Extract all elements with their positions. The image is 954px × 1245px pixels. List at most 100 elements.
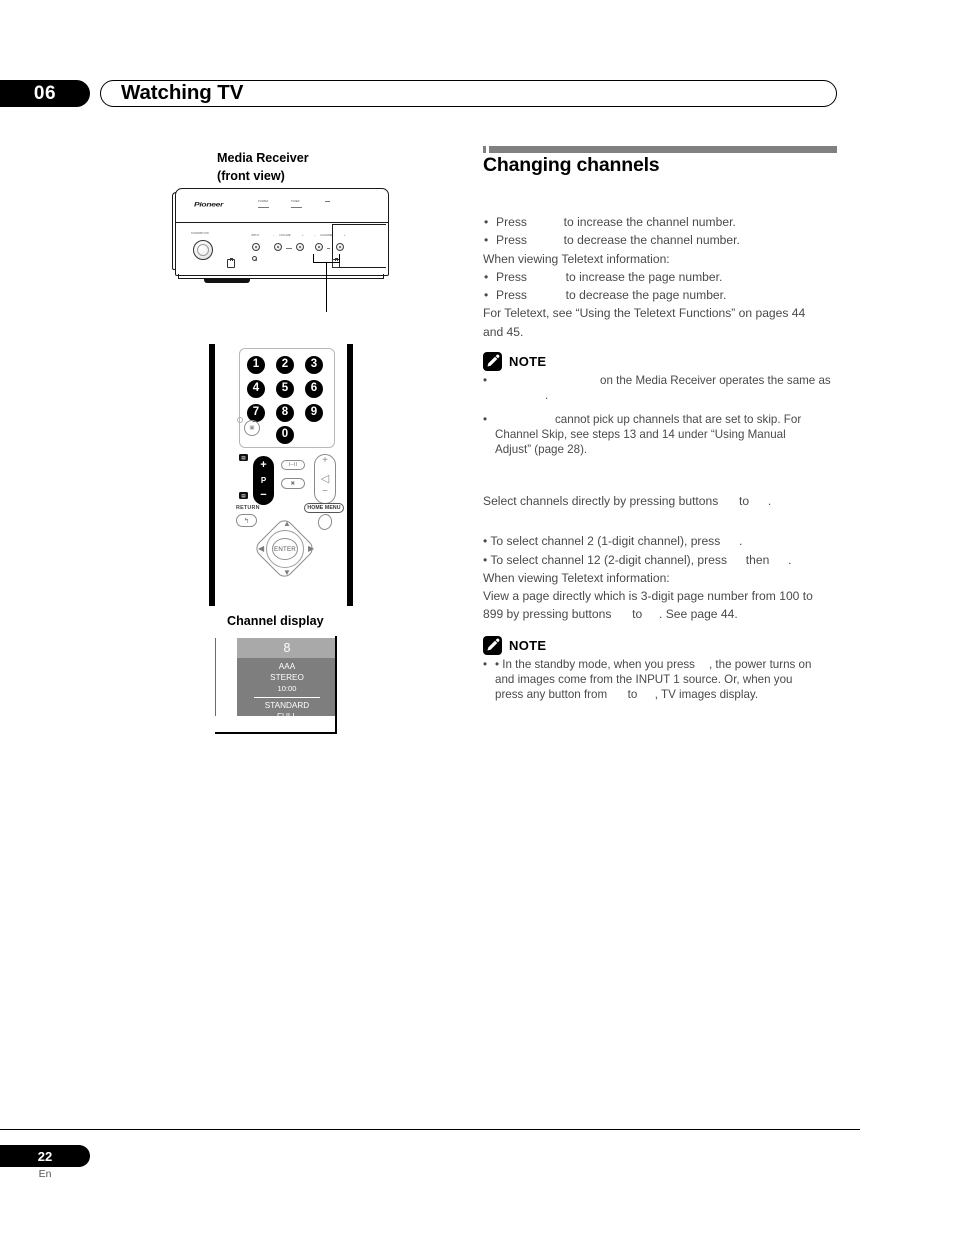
channel-number-band: 8 (237, 638, 337, 658)
channel-button-callout-leader (325, 262, 328, 312)
receiver-label-timer-rule (291, 207, 302, 208)
arrow-left-icon[interactable]: ◀ (258, 545, 264, 553)
station-name: AAA (278, 662, 296, 671)
footer-rule (0, 1129, 860, 1130)
channel-display-info: AAA STEREO 10:00 STANDARD FULL (237, 658, 337, 721)
language-code: En (38, 1168, 52, 1180)
remote-control-illustration: 1 2 3 4 5 6 7 8 9 0 ▣ ▤ ▤ + P − I–II ✖ +… (209, 344, 353, 606)
receiver-label-channel-minus: − (314, 234, 316, 237)
note1-spacer (483, 404, 841, 413)
channel-display-bottom-rail (215, 732, 337, 734)
media-receiver-caption-line1: Media Receiver (217, 151, 309, 165)
direct-select-mid: to (739, 494, 750, 508)
press-label-4: Press (496, 288, 527, 303)
changing-channels-intro: Press to increase the channel number. Pr… (483, 213, 841, 341)
channel-down-label: − (260, 489, 267, 501)
bullet-decrease-channel: Press to decrease the channel number. (483, 231, 841, 250)
note1-item2-line1: cannot pick up channels that are set to … (555, 412, 802, 426)
receiver-channel-glyph (327, 248, 330, 249)
receiver-channel-down-button[interactable] (315, 243, 323, 251)
remote-key-6[interactable]: 6 (305, 380, 323, 398)
example-bullet-1: • To select channel 2 (1-digit channel),… (483, 532, 841, 550)
remote-key-4[interactable]: 4 (247, 380, 265, 398)
example1-pre: • To select channel 2 (1-digit channel),… (483, 534, 721, 549)
remote-right-rail (348, 344, 353, 606)
receiver-indicator-mark (325, 201, 330, 202)
screen-size-mode: FULL (276, 712, 298, 722)
teletext-button[interactable]: ▣ (244, 420, 260, 436)
receiver-input-button[interactable] (252, 243, 260, 251)
remote-key-3[interactable]: 3 (305, 356, 323, 374)
remote-key-0[interactable]: 0 (276, 426, 294, 444)
bullet-increase-page: Press to increase the page number. (483, 268, 841, 287)
volume-rocker[interactable]: + ◁ − (314, 454, 336, 504)
teletext-page-mid: to (632, 607, 643, 622)
remote-key-2[interactable]: 2 (276, 356, 294, 374)
remote-key-9[interactable]: 9 (305, 404, 323, 422)
arrow-down-icon[interactable]: ▼ (283, 569, 291, 577)
dual-sound-button[interactable]: I–II (281, 460, 305, 470)
example2-pre: • To select channel 12 (2-digit channel)… (483, 552, 728, 567)
press-label-1: Press (496, 215, 527, 229)
mute-button[interactable]: ✖ (281, 478, 305, 489)
picture-mode: STANDARD (264, 701, 310, 711)
note-label-1: NOTE (509, 354, 547, 369)
remote-key-1[interactable]: 1 (247, 356, 265, 374)
media-receiver-illustration: Pioneer POWER TIMER STANDBY/ON INPUT − V… (172, 186, 390, 294)
receiver-panel-divider (176, 222, 388, 224)
note2-line3-mid: to (627, 687, 638, 701)
example1-post: . (739, 534, 743, 549)
pencil-icon (483, 352, 502, 371)
note1-item-1: on the Media Receiver operates the same … (483, 374, 841, 404)
directional-pad[interactable]: ▲ ▼ ◀ ▶ ENTER (252, 516, 317, 581)
channel-rocker[interactable]: + P − (253, 456, 274, 505)
remote-key-5[interactable]: 5 (276, 380, 294, 398)
example-bullet-2: • To select channel 12 (2-digit channel)… (483, 551, 841, 569)
receiver-jack-left (227, 257, 235, 268)
teletext-intro-line: When viewing Teletext information: (483, 251, 670, 266)
arrow-right-icon[interactable]: ▶ (308, 545, 314, 553)
bullet-text-4: to decrease the page number. (565, 288, 727, 303)
receiver-volume-up-button[interactable] (296, 243, 304, 251)
teletext-page-line1: View a page directly which is 3-digit pa… (483, 589, 813, 604)
note2-line2: and images come from the INPUT 1 source.… (495, 672, 793, 686)
note1-item1-line2: . (545, 388, 549, 402)
bullet-text-3: to increase the page number. (565, 269, 723, 284)
receiver-label-input: INPUT (251, 234, 260, 237)
pioneer-logo: Pioneer (194, 200, 224, 208)
receiver-label-power-rule (258, 207, 269, 208)
teletext-page-pre: 899 by pressing buttons (483, 607, 612, 622)
channel-up-label: + (260, 459, 267, 471)
press-label-2: Press (496, 233, 527, 248)
channel-display-left-edge (215, 638, 217, 716)
teletext-page-line2: 899 by pressing buttons to . See page 44… (483, 605, 841, 623)
chapter-number: 06 (33, 82, 57, 104)
teletext-reference-line1: For Teletext, see “Using the Teletext Fu… (483, 306, 806, 321)
tv-guide-icon: ▤ (239, 454, 248, 461)
home-menu-button[interactable] (316, 512, 334, 532)
enter-button[interactable]: ENTER (272, 538, 298, 560)
remote-face: 1 2 3 4 5 6 7 8 9 0 ▣ ▤ ▤ + P − I–II ✖ +… (214, 344, 348, 606)
receiver-label-timer: TIMER (291, 200, 300, 203)
arrow-up-icon[interactable]: ▲ (283, 520, 291, 528)
note2-line3-pre: press any button from (495, 687, 608, 701)
receiver-volume-down-button[interactable] (274, 243, 282, 251)
receiver-volume-glyph (286, 248, 292, 249)
press-label-3: Press (496, 269, 527, 284)
section-rule-notch (486, 146, 489, 153)
page-number: 22 (37, 1148, 53, 1164)
remote-key-8[interactable]: 8 (276, 404, 294, 422)
direct-selection-block: Select channels directly by pressing but… (483, 492, 841, 624)
channel-display-caption: Channel display (227, 614, 324, 628)
receiver-channel-up-button[interactable] (336, 243, 344, 251)
direct-select-spacer (483, 510, 841, 532)
note2-item: • In the standby mode, when you press , t… (483, 658, 841, 703)
teletext-indicator-icon (237, 417, 243, 423)
media-receiver-caption-line2: (front view) (217, 169, 285, 183)
direct-select-line: Select channels directly by pressing but… (483, 492, 841, 510)
section-title: Changing channels (483, 154, 660, 176)
return-label: RETURN (236, 505, 260, 511)
sound-mode: STEREO (270, 673, 304, 682)
note-body-1: on the Media Receiver operates the same … (483, 374, 841, 458)
channel-rocker-label: P (260, 476, 267, 485)
